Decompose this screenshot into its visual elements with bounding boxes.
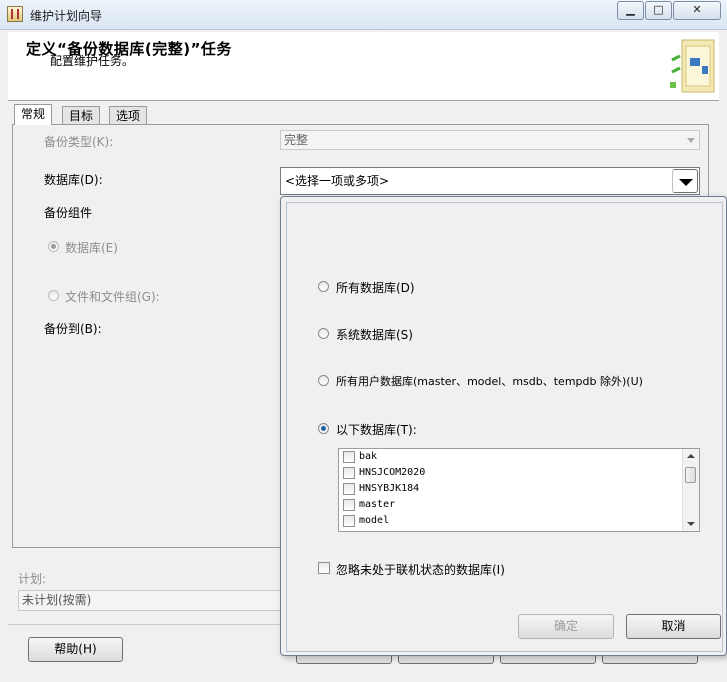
schedule-field: 未计划(按需) [18, 590, 282, 611]
database-checkbox[interactable] [343, 499, 355, 511]
radio-system-databases-label: 系统数据库(S) [336, 328, 413, 342]
cancel-button[interactable]: 取消 [626, 614, 721, 639]
database-checkbox[interactable] [343, 483, 355, 495]
radio-files-filegroups[interactable] [48, 290, 59, 301]
database-select-value: <选择一项或多项> [285, 174, 390, 188]
close-button[interactable]: ✕ [673, 1, 721, 20]
backup-type-label: 备份类型(K): [44, 135, 114, 149]
radio-all-databases-label: 所有数据库(D) [336, 281, 415, 295]
ignore-offline-checkbox[interactable] [318, 562, 330, 574]
wizard-graphic-icon [670, 39, 715, 93]
database-list: bak HNSJCOM2020 HNSYBJK184 master model [338, 448, 700, 532]
backup-component-label: 备份组件 [44, 206, 93, 220]
scroll-down-icon[interactable] [687, 522, 695, 526]
database-name: model [359, 515, 390, 526]
maximize-button[interactable]: □ [645, 1, 672, 20]
radio-backup-database[interactable] [48, 241, 59, 252]
page-subtitle: 配置维护任务。 [50, 54, 135, 68]
database-label: 数据库(D): [44, 173, 103, 187]
chevron-down-icon [687, 138, 695, 143]
database-name: HNSJCOM2020 [359, 467, 426, 478]
database-name: master [359, 499, 396, 510]
radio-files-filegroups-label: 文件和文件组(G): [65, 290, 160, 304]
database-checkbox[interactable] [343, 451, 355, 463]
schedule-label: 计划: [18, 572, 47, 586]
scroll-thumb[interactable] [685, 467, 696, 483]
database-name: bak [359, 451, 378, 462]
radio-user-databases-label: 所有用户数据库(master、model、msdb、tempdb 除外)(U) [336, 375, 643, 388]
radio-backup-database-label: 数据库(E) [65, 241, 118, 255]
backup-type-value: 完整 [284, 133, 309, 147]
backup-type-select[interactable]: 完整 [280, 130, 700, 150]
database-select[interactable]: <选择一项或多项> [280, 167, 700, 195]
ignore-offline-label: 忽略未处于联机状态的数据库(I) [336, 563, 505, 577]
ok-button[interactable]: 确定 [518, 614, 614, 639]
list-scrollbar[interactable] [682, 449, 699, 531]
radio-system-databases[interactable] [318, 328, 329, 339]
radio-these-databases[interactable] [318, 423, 329, 434]
window-title: 维护计划向导 [30, 9, 103, 23]
radio-all-databases[interactable] [318, 281, 329, 292]
database-checkbox[interactable] [343, 515, 355, 527]
radio-user-databases[interactable] [318, 375, 329, 386]
tab-general[interactable]: 常规 [14, 104, 53, 125]
tab-destination[interactable]: 目标 [62, 106, 101, 125]
backup-to-label: 备份到(B): [44, 322, 102, 336]
database-checkbox[interactable] [343, 467, 355, 479]
database-name: HNSYBJK184 [359, 483, 420, 494]
maintenance-plan-icon [7, 6, 23, 22]
tab-options[interactable]: 选项 [109, 106, 148, 125]
dropdown-arrow-icon[interactable] [672, 169, 698, 193]
radio-these-databases-label: 以下数据库(T): [336, 423, 417, 437]
minimize-button[interactable]: ▁ [617, 1, 644, 20]
wizard-header: 定义“备份数据库(完整)”任务 配置维护任务。 [8, 32, 719, 101]
scroll-up-icon[interactable] [687, 454, 695, 458]
help-button[interactable]: 帮助(H) [28, 637, 123, 662]
